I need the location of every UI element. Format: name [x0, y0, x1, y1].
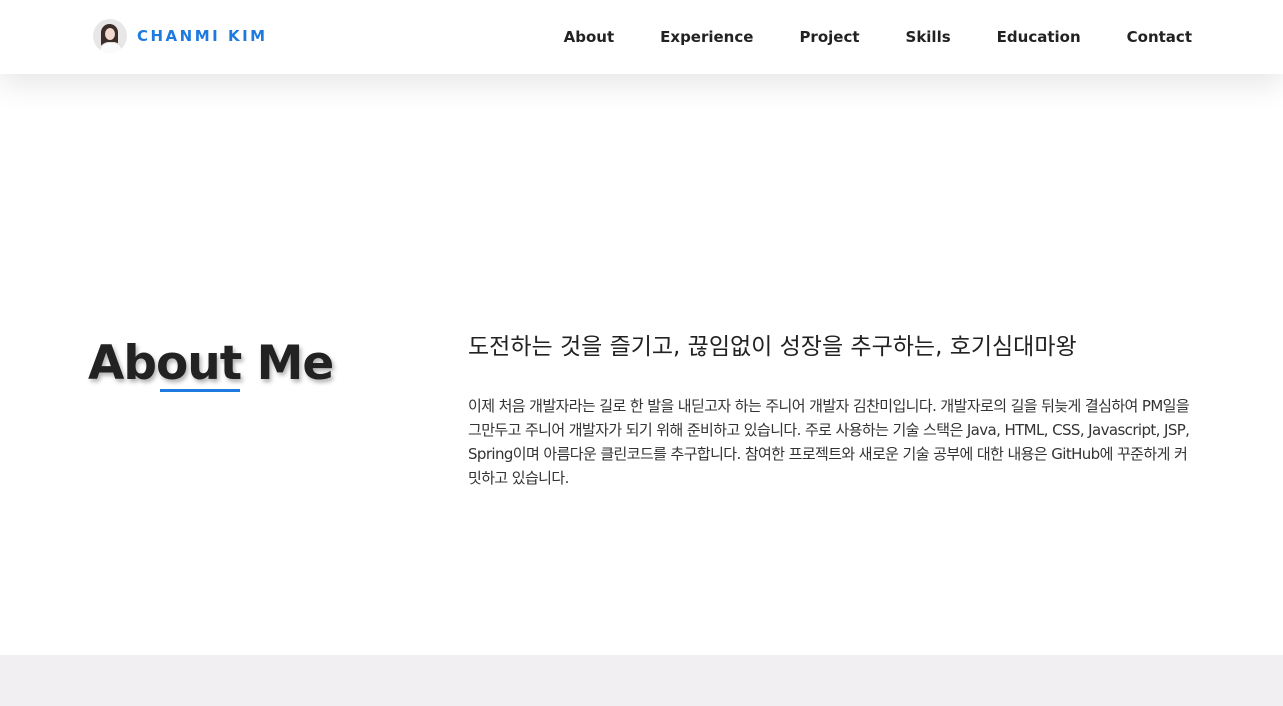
about-description: 이제 처음 개발자라는 길로 한 발을 내딛고자 하는 주니어 개발자 김찬미입…	[468, 397, 1190, 487]
avatar-face	[105, 28, 115, 40]
brand-name: CHANMI KIM	[137, 27, 268, 45]
avatar-body	[99, 42, 123, 53]
brand-logo-link[interactable]: CHANMI KIM	[93, 19, 268, 53]
about-headline: 도전하는 것을 즐기고, 끊임없이 성장을 추구하는, 호기심대마왕	[468, 334, 1077, 360]
nav-item-education[interactable]: Education	[997, 28, 1081, 46]
section-title: About Me	[88, 336, 334, 391]
nav-item-project[interactable]: Project	[799, 28, 859, 46]
nav-item-skills[interactable]: Skills	[906, 28, 951, 46]
nav-item-experience[interactable]: Experience	[660, 28, 753, 46]
main-nav: About Experience Project Skills Educatio…	[518, 0, 1192, 74]
nav-item-contact[interactable]: Contact	[1127, 28, 1192, 46]
about-section: About Me 도전하는 것을 즐기고, 끊임없이 성장을 추구하는, 호기심…	[0, 74, 1283, 655]
avatar	[93, 19, 127, 53]
title-underline	[160, 389, 240, 392]
site-header: CHANMI KIM About Experience Project Skil…	[0, 0, 1283, 74]
next-section-strip	[0, 655, 1283, 706]
nav-item-about[interactable]: About	[564, 28, 615, 46]
